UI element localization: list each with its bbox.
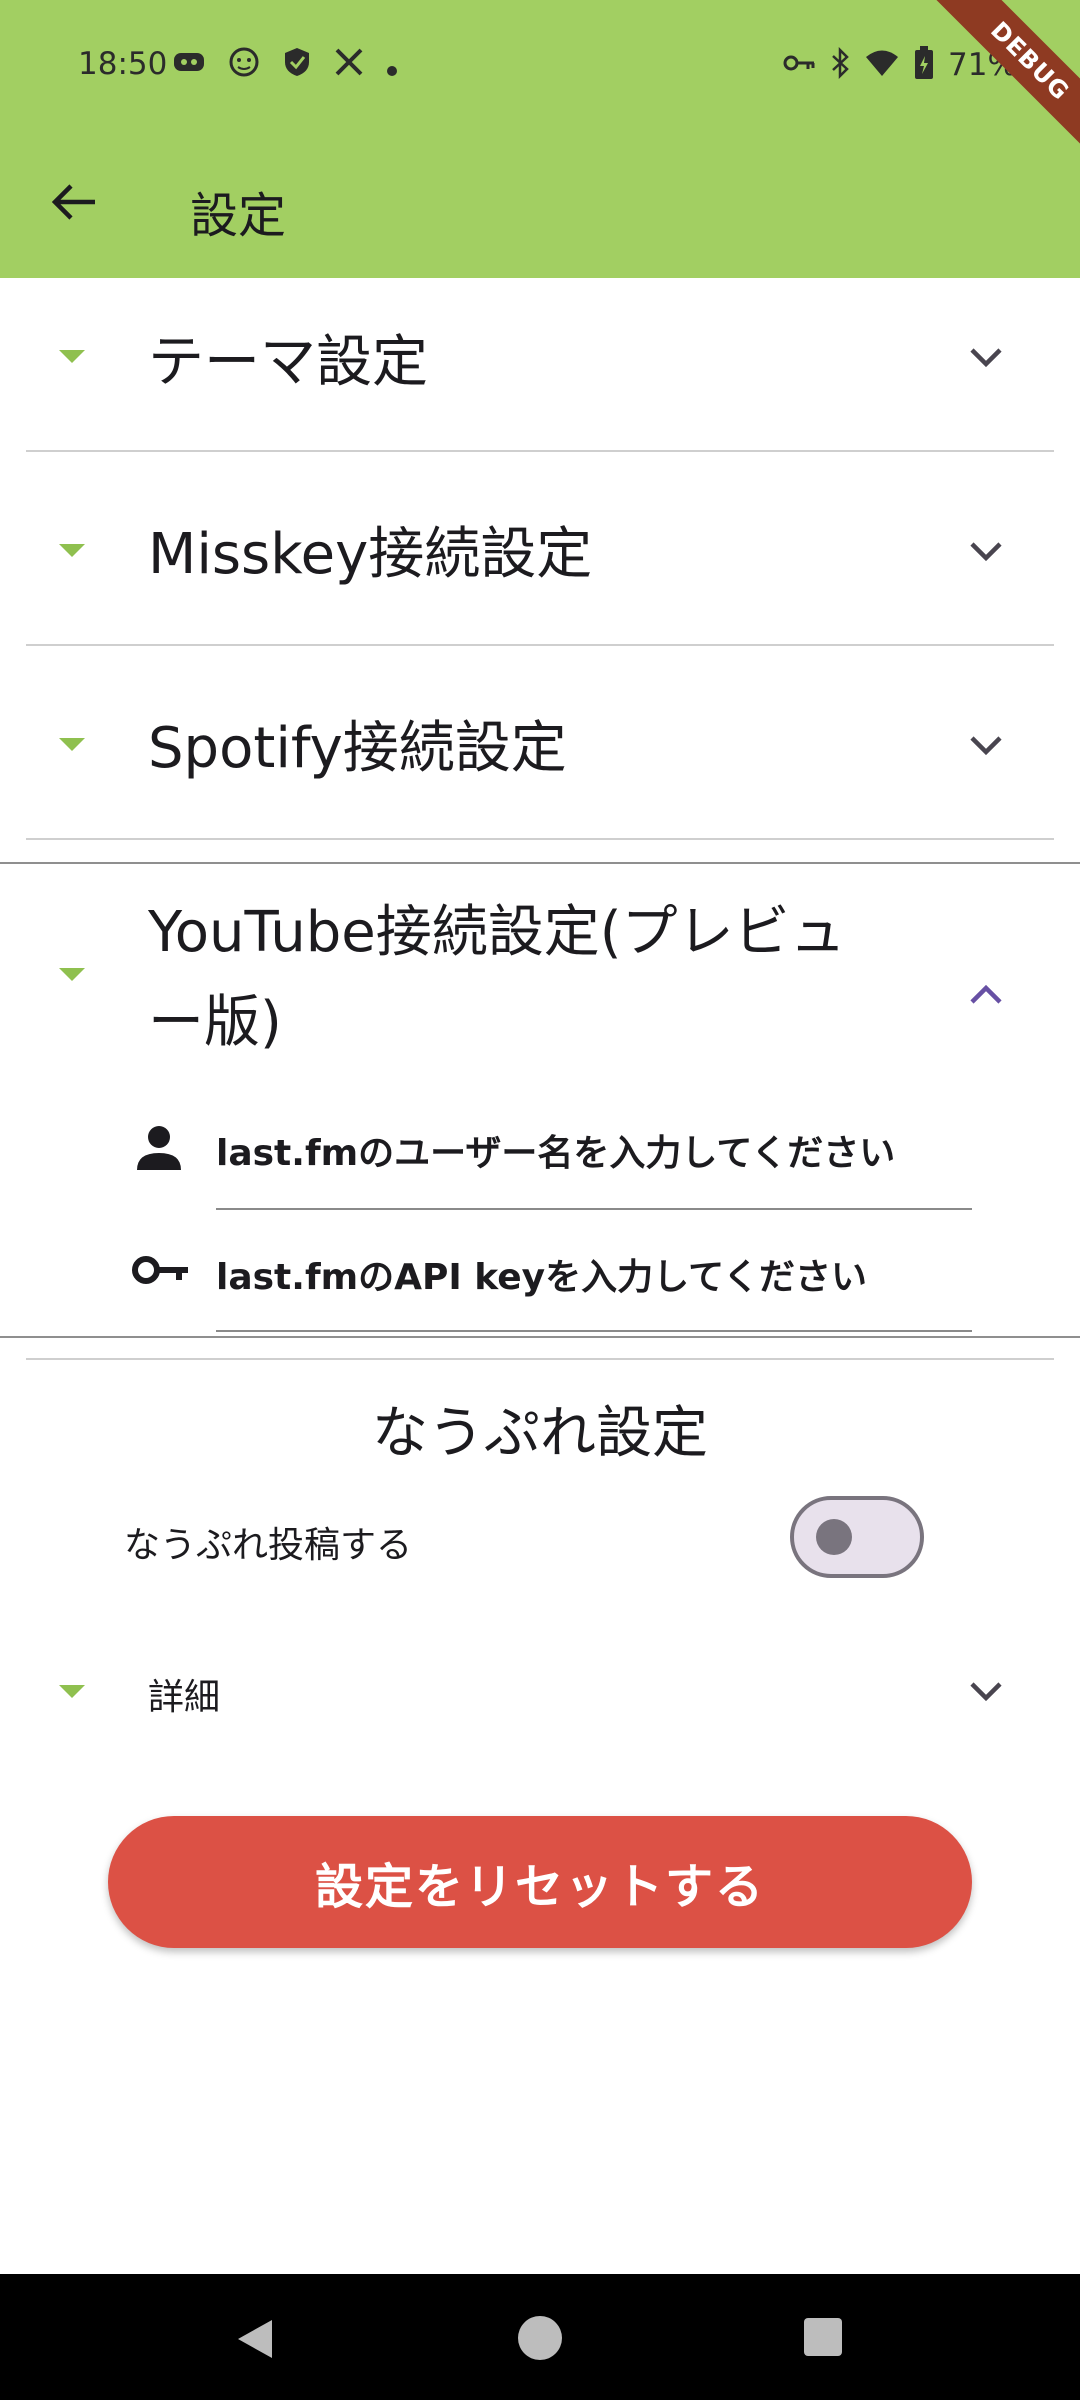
- app-bar: [0, 0, 1080, 278]
- input-underline: [216, 1330, 972, 1332]
- section-spotify[interactable]: Spotify接続設定: [0, 646, 1080, 840]
- battery-icon: [914, 46, 934, 84]
- nav-home-icon[interactable]: [516, 2314, 564, 2362]
- expander-triangle-icon: [59, 544, 85, 557]
- page-title: 設定: [190, 188, 287, 244]
- bluetooth-icon: [830, 46, 850, 83]
- section-theme-title: テーマ設定: [148, 330, 428, 395]
- chevron-up-icon: [970, 984, 1002, 1004]
- discord-icon: [172, 47, 206, 88]
- section-youtube-title-line2: ー版): [148, 990, 282, 1055]
- shield-icon: [282, 46, 312, 89]
- chevron-down-icon: [970, 1682, 1002, 1702]
- nowplaying-section-title: なうぷれ設定: [372, 1401, 708, 1466]
- section-youtube-title-line1: YouTube接続設定(プレビュ: [148, 900, 846, 965]
- person-icon: [137, 1126, 181, 1170]
- divider: [26, 838, 1054, 840]
- chevron-down-icon: [970, 736, 1002, 756]
- input-underline: [216, 1208, 972, 1210]
- vpn-key-icon: [782, 52, 816, 78]
- back-button[interactable]: [40, 168, 108, 236]
- divider: [26, 1358, 1054, 1360]
- nowplaying-details-label: 詳細: [148, 1677, 221, 1718]
- section-youtube-header[interactable]: YouTube接続設定(プレビュ ー版): [0, 864, 1080, 1074]
- expander-triangle-icon: [59, 350, 85, 363]
- nowplaying-toggle-label: なうぷれ投稿する: [124, 1525, 413, 1566]
- system-navigation-bar: [0, 2274, 1080, 2400]
- key-icon: [132, 1256, 188, 1284]
- section-spotify-title: Spotify接続設定: [148, 716, 567, 781]
- expander-triangle-icon: [59, 738, 85, 751]
- nav-recents-icon[interactable]: [802, 2316, 844, 2358]
- lastfm-api-key-placeholder: last.fmのAPI keyを入力してください: [216, 1257, 867, 1298]
- back-arrow-icon: [51, 184, 95, 220]
- lastfm-username-field[interactable]: last.fmのユーザー名を入力してください: [130, 1114, 972, 1214]
- expander-triangle-icon: [59, 1685, 85, 1698]
- dot-icon: [386, 48, 398, 88]
- nowplaying-details[interactable]: 詳細: [0, 1630, 1080, 1750]
- expanded-bottom-border: [0, 1336, 1080, 1338]
- section-misskey[interactable]: Misskey接続設定: [0, 452, 1080, 646]
- section-theme[interactable]: テーマ設定: [0, 278, 1080, 450]
- status-system-icons: 71%: [782, 46, 1017, 84]
- section-youtube-title: YouTube接続設定(プレビュ ー版): [148, 888, 846, 1068]
- chevron-down-icon: [970, 348, 1002, 368]
- nav-back-icon[interactable]: [232, 2316, 278, 2362]
- x-icon: [334, 47, 364, 88]
- section-misskey-title: Misskey接続設定: [148, 522, 593, 587]
- status-time: 18:50: [78, 46, 168, 82]
- lastfm-api-key-field[interactable]: last.fmのAPI keyを入力してください: [130, 1240, 972, 1340]
- reset-settings-button[interactable]: 設定をリセットする: [108, 1816, 972, 1948]
- lastfm-username-placeholder: last.fmのユーザー名を入力してください: [216, 1133, 896, 1174]
- expander-triangle-icon: [59, 968, 85, 981]
- chevron-down-icon: [970, 542, 1002, 562]
- nowplaying-toggle[interactable]: [790, 1496, 924, 1578]
- toggle-knob: [816, 1519, 852, 1555]
- face-icon: [228, 46, 260, 89]
- section-youtube: YouTube接続設定(プレビュ ー版) last.fmのユーザー名を入力してく…: [0, 864, 1080, 1334]
- wifi-icon: [864, 48, 900, 82]
- status-notification-icons: [172, 46, 398, 89]
